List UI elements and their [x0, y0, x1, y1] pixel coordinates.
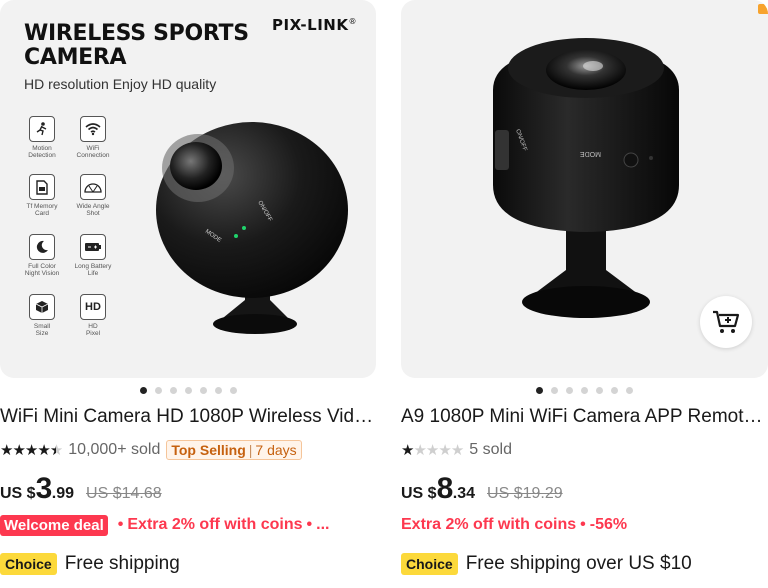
promo-row: Welcome deal • Extra 2% off with coins •… [0, 513, 329, 537]
star-rating: ★ ★ ★ ★ ★ [0, 442, 63, 459]
memory-card-icon [29, 174, 55, 200]
image-subtitle: HD resolution Enjoy HD quality [24, 76, 217, 92]
promo-row: Extra 2% off with coins • -56% [401, 516, 628, 533]
motion-icon [29, 116, 55, 142]
feature-hd: HD HD Pixel [71, 294, 115, 337]
sold-count: 5 sold [469, 441, 512, 458]
top-selling-badge: Top Selling | 7 days [166, 440, 302, 460]
star-rating: ★ ★ ★ ★ ★ [401, 442, 464, 459]
camera-illustration: MODE ON/OFF [493, 38, 679, 318]
feature-night-vision: Full Color Night Vision [20, 234, 64, 277]
mode-label: MODE [580, 150, 601, 157]
shipping-row: Choice Free shipping [0, 553, 180, 575]
price: US $ 3 .99 US $14.68 [0, 472, 162, 505]
price: US $ 8 .34 US $19.29 [401, 472, 563, 505]
original-price: US $19.29 [487, 485, 563, 502]
choice-badge: Choice [0, 553, 57, 575]
wifi-icon [80, 116, 106, 142]
brand-logo: PIX-LINK® [272, 16, 357, 34]
feature-wifi: WiFi Connection [71, 116, 115, 159]
original-price: US $14.68 [86, 485, 162, 502]
cube-icon [29, 294, 55, 320]
feature-wide-angle: Wide Angle Shot [71, 174, 115, 217]
feature-motion: Motion Detection [20, 116, 64, 159]
hd-icon: HD [80, 294, 106, 320]
sold-count: 10,000+ sold [68, 441, 161, 458]
camera-illustration: MODE ON/OFF [156, 122, 348, 334]
rating-row: ★ ★ ★ ★ ★ 5 sold [401, 438, 512, 462]
welcome-deal-badge: Welcome deal [0, 514, 108, 536]
product-card[interactable]: MODE ON/OFF A9 1080P Mini WiFi Camera AP… [401, 0, 768, 588]
night-vision-icon [29, 234, 55, 260]
corner-badge [758, 4, 768, 14]
add-to-cart-button[interactable] [700, 296, 752, 348]
product-card[interactable]: WIRELESS SPORTS CAMERA HD resolution Enj… [0, 0, 376, 588]
carousel-indicator[interactable] [401, 387, 768, 394]
product-image[interactable]: WIRELESS SPORTS CAMERA HD resolution Enj… [0, 0, 376, 378]
carousel-indicator[interactable] [0, 387, 376, 394]
shipping-text: Free shipping over US $10 [465, 553, 692, 574]
choice-badge: Choice [401, 553, 458, 575]
shipping-row: Choice Free shipping over US $10 [401, 553, 692, 575]
more-promos: ... [316, 516, 330, 533]
rating-row: ★ ★ ★ ★ ★ 10,000+ sold Top Selling | 7 days [0, 438, 302, 462]
cart-plus-icon [713, 310, 740, 333]
shipping-text: Free shipping [64, 553, 180, 574]
coins-promo: Extra 2% off with coins [401, 516, 577, 533]
product-title[interactable]: A9 1080P Mini WiFi Camera APP Remote Mon… [401, 406, 768, 428]
product-image[interactable]: MODE ON/OFF [401, 0, 768, 378]
wide-angle-icon [80, 174, 106, 200]
discount-percent: -56% [589, 516, 628, 533]
product-title[interactable]: WiFi Mini Camera HD 1080P Wireless Video… [0, 406, 376, 428]
image-headline: WIRELESS SPORTS CAMERA [24, 21, 249, 70]
feature-small-size: Small Size [20, 294, 64, 337]
battery-icon [80, 234, 106, 260]
coins-promo: Extra 2% off with coins [127, 516, 303, 533]
feature-battery: Long Battery Life [71, 234, 115, 277]
feature-memory: Tf Memory Card [20, 174, 64, 217]
